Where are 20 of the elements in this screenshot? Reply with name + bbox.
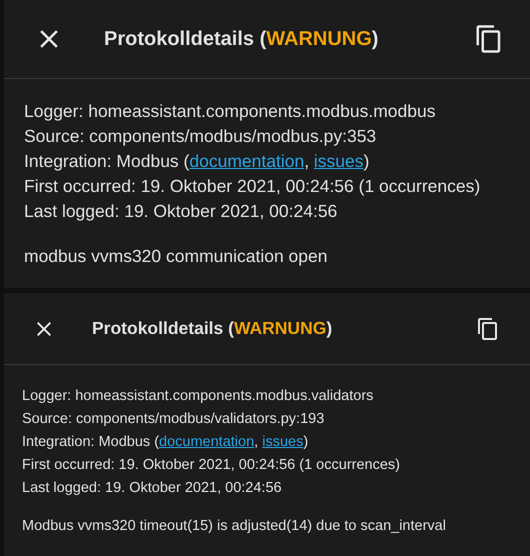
detail-text: Logger: homeassistant.components.modbus.modbus xyxy=(24,100,436,123)
detail-text: Integration: Modbus (documentation, issues) xyxy=(24,149,530,174)
log-message: Modbus vvms320 timeout(15) is adjusted(14) due to scan_interval xyxy=(22,517,447,536)
detail-text: Source: components/modbus/validators.py:193 xyxy=(22,410,326,429)
detail-text: First occurred: 19. Oktober 2021, 00:24:56 (1 occurrences) xyxy=(22,456,401,475)
detail-text: Last logged: 19. Oktober 2021, 00:24:56 xyxy=(24,200,338,223)
link[interactable]: issues xyxy=(314,149,364,174)
link[interactable]: documentation xyxy=(159,431,254,454)
link[interactable]: documentation xyxy=(189,149,304,174)
detail-text: Source: components/modbus/modbus.py:353 xyxy=(24,125,378,148)
detail-text: Integration: Modbus (documentation, issues) xyxy=(22,431,530,454)
detail-text: Last logged: 19. Oktober 2021, 00:24:56 xyxy=(22,479,283,498)
dialog-title: Protokolldetails (WARNUNG) xyxy=(92,318,332,339)
dialog-title: Protokolldetails (WARNUNG) xyxy=(104,28,378,50)
detail-text: First occurred: 19. Oktober 2021, 00:24:56 (1 occurrences) xyxy=(24,175,482,198)
copy-button[interactable] xyxy=(476,316,500,340)
log-message: modbus vvms320 communication open xyxy=(24,245,328,268)
link[interactable]: issues xyxy=(262,431,304,454)
copy-icon xyxy=(476,316,500,340)
detail-text: Logger: homeassistant.components.modbus.validators xyxy=(22,387,374,406)
